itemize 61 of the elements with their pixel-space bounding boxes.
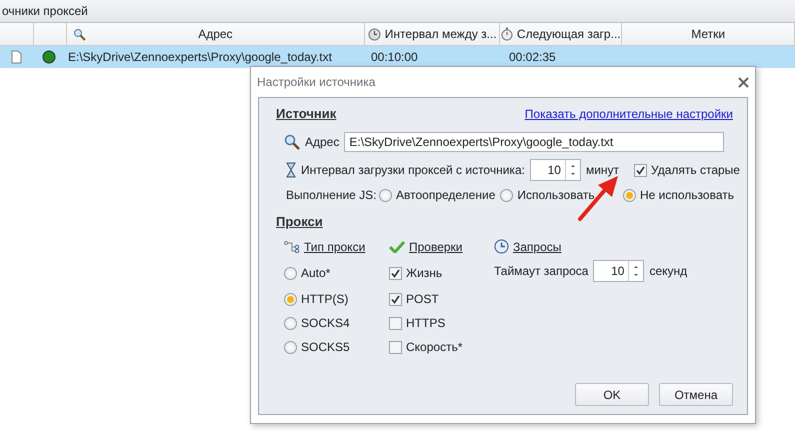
table-cell: E:\SkyDrive\Zennoexperts\Proxy\google_today.txt <box>68 50 332 64</box>
radio-label: HTTP(S) <box>301 292 348 306</box>
checkbox[interactable] <box>634 164 648 176</box>
section-heading: Прокси <box>276 214 323 229</box>
radio-label: Использовать <box>517 188 595 202</box>
table-cell: 00:10:00 <box>371 50 418 64</box>
radio-label: SOCKS4 <box>301 316 350 330</box>
field-label: Интервал загрузки проксей с источника: <box>301 163 525 177</box>
checkbox-label: HTTPS <box>406 316 446 330</box>
radio-button[interactable] <box>284 266 297 280</box>
radio-button[interactable] <box>284 316 297 330</box>
unit-label: секунд <box>649 264 688 278</box>
section-link[interactable]: Проверки <box>409 240 463 254</box>
radio-button[interactable] <box>284 292 297 306</box>
column-header[interactable]: Интервал между з... <box>365 23 500 45</box>
column-header[interactable]: Метки <box>622 23 795 45</box>
cancel-button[interactable]: Отмена <box>659 383 733 406</box>
document-icon <box>11 50 22 64</box>
unit-label: минут <box>586 163 620 177</box>
checkbox[interactable] <box>389 340 402 354</box>
radio-label: Не использовать <box>640 188 734 202</box>
field-label: Выполнение JS: <box>286 188 374 202</box>
radio-label: Автоопределение <box>396 188 496 202</box>
number-spinner[interactable]: 10 <box>593 260 644 282</box>
table-row[interactable]: E:\SkyDrive\Zennoexperts\Proxy\google_today.txt 00:10:00 00:02:35 <box>0 46 795 68</box>
panel-title: очники проксей <box>1 4 88 18</box>
radio-button[interactable] <box>623 188 636 202</box>
column-header[interactable]: Следующая загр... <box>500 23 622 45</box>
section-heading: Источник <box>276 106 336 121</box>
branch-icon <box>284 240 300 252</box>
radio-button[interactable] <box>284 340 297 354</box>
section-link[interactable]: Тип прокси <box>304 240 366 254</box>
column-header[interactable]: Адрес <box>66 23 366 45</box>
checkbox-label: Жизнь <box>406 266 442 280</box>
stopwatch-icon <box>500 27 513 41</box>
checkbox-label: POST <box>406 292 439 306</box>
magnifier-icon <box>284 134 300 150</box>
hourglass-icon <box>286 162 296 178</box>
table-cell: 00:02:35 <box>509 50 556 64</box>
checkbox[interactable] <box>389 292 402 306</box>
radio-button[interactable] <box>500 188 514 202</box>
checkmark-icon <box>389 240 405 252</box>
checkbox-label: Удалять старые <box>651 163 740 177</box>
field-label: Адрес <box>305 135 340 149</box>
field-label: Таймаут запроса <box>494 264 588 278</box>
section-link[interactable]: Запросы <box>513 240 562 254</box>
number-spinner[interactable]: 10 <box>530 159 581 181</box>
settings-link[interactable]: Показать дополнительные настройки <box>524 106 733 120</box>
clock-icon <box>494 239 509 254</box>
checkbox[interactable] <box>389 316 402 330</box>
radio-label: SOCKS5 <box>301 340 350 354</box>
checkbox[interactable] <box>389 266 402 280</box>
ok-button[interactable]: OK <box>575 383 649 406</box>
radio-label: Auto* <box>301 266 330 280</box>
checkbox-label: Скорость* <box>406 340 462 354</box>
radio-button[interactable] <box>379 188 392 202</box>
search-icon <box>72 28 86 40</box>
address-field[interactable]: E:\SkyDrive\Zennoexperts\Proxy\google_today.txt <box>344 132 724 152</box>
close-icon[interactable] <box>738 76 749 88</box>
window-title: Настройки источника <box>257 75 376 89</box>
clock-icon <box>368 28 381 40</box>
